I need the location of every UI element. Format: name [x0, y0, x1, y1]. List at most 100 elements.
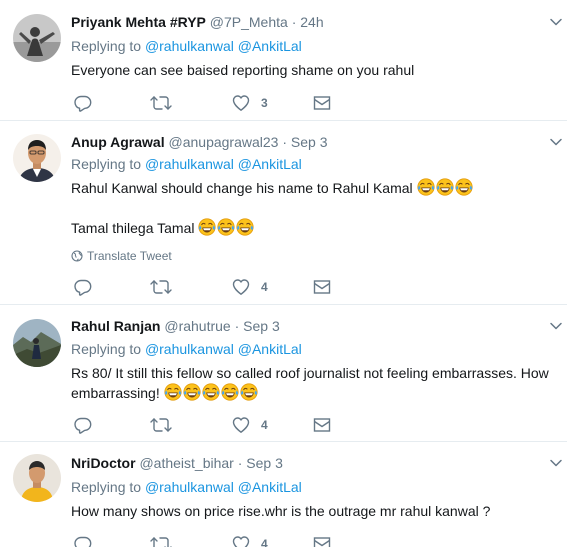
like-count: 3 — [261, 96, 268, 110]
direct-message-button[interactable] — [313, 278, 331, 296]
avatar[interactable] — [13, 454, 61, 502]
handle[interactable]: @atheist_bihar — [139, 455, 233, 471]
face-with-tears-of-joy-emoji — [217, 218, 235, 236]
tweet-2[interactable]: Anup Agrawal @anupagrawal23 · Sep 3 Repl… — [0, 121, 567, 305]
tweet-text-line-1: Rahul Kanwal should change his name to R… — [71, 180, 413, 196]
avatar[interactable] — [13, 134, 61, 182]
display-name[interactable]: Priyank Mehta #RYP — [71, 14, 206, 30]
handle[interactable]: @7P_Mehta — [210, 14, 288, 30]
replying-to: Replying to @rahulkanwal @AnkitLal — [71, 154, 302, 174]
retweet-icon — [150, 94, 172, 112]
tweet-text-body: Rs 80/ It still this fellow so called ro… — [71, 365, 549, 401]
reply-icon — [74, 535, 92, 547]
tweet-text: Rahul Kanwal should change his name to R… — [71, 178, 556, 198]
face-with-tears-of-joy-emoji — [417, 178, 435, 196]
separator: · — [282, 134, 288, 150]
reply-button[interactable] — [74, 416, 92, 434]
retweet-button[interactable] — [150, 416, 172, 434]
mention-link[interactable]: @rahulkanwal — [145, 156, 234, 172]
replying-to: Replying to @rahulkanwal @AnkitLal — [71, 477, 302, 497]
mention-link[interactable]: @AnkitLal — [238, 38, 302, 54]
tweet-header: Anup Agrawal @anupagrawal23 · Sep 3 — [71, 132, 328, 152]
like-button[interactable]: 4 — [232, 278, 268, 296]
heart-icon — [232, 94, 250, 112]
separator: · — [291, 14, 297, 30]
face-with-tears-of-joy-emoji — [198, 218, 216, 236]
envelope-icon — [313, 278, 331, 296]
translate-tweet-link[interactable]: Translate Tweet — [71, 248, 172, 264]
tweet-text: Everyone can see baised reporting shame … — [71, 62, 415, 78]
retweet-button[interactable] — [150, 535, 172, 547]
tweet-4[interactable]: NriDoctor @atheist_bihar · Sep 3 Replyin… — [0, 442, 567, 547]
chevron-down-icon[interactable] — [549, 321, 563, 331]
retweet-icon — [150, 278, 172, 296]
handle[interactable]: @anupagrawal23 — [169, 134, 279, 150]
replying-to: Replying to @rahulkanwal @AnkitLal — [71, 36, 302, 56]
separator: · — [237, 455, 243, 471]
retweet-button[interactable] — [150, 94, 172, 112]
like-button[interactable]: 3 — [232, 94, 268, 112]
display-name[interactable]: Anup Agrawal — [71, 134, 165, 150]
tweet-1[interactable]: Priyank Mehta #RYP @7P_Mehta · 24h Reply… — [0, 0, 567, 121]
like-button[interactable]: 4 — [232, 535, 268, 547]
face-with-tears-of-joy-emoji — [221, 383, 239, 401]
mention-link[interactable]: @rahulkanwal — [145, 479, 234, 495]
replying-label: Replying to — [71, 479, 142, 495]
reply-icon — [74, 416, 92, 434]
heart-icon — [232, 535, 250, 547]
mention-link[interactable]: @rahulkanwal — [145, 341, 234, 357]
tweet-text: How many shows on price rise.whr is the … — [71, 503, 491, 519]
display-name[interactable]: Rahul Ranjan — [71, 318, 160, 334]
envelope-icon — [313, 535, 331, 547]
mention-link[interactable]: @AnkitLal — [238, 156, 302, 172]
chevron-down-icon[interactable] — [549, 137, 563, 147]
avatar[interactable] — [13, 14, 61, 62]
envelope-icon — [313, 94, 331, 112]
like-count: 4 — [261, 418, 268, 432]
heart-icon — [232, 416, 250, 434]
avatar[interactable] — [13, 319, 61, 367]
translate-label: Translate Tweet — [87, 249, 172, 263]
face-with-tears-of-joy-emoji — [164, 383, 182, 401]
tweet-text: Rs 80/ It still this fellow so called ro… — [71, 363, 556, 403]
direct-message-button[interactable] — [313, 416, 331, 434]
direct-message-button[interactable] — [313, 94, 331, 112]
tweet-text-line-2: Tamal thilega Tamal — [71, 220, 195, 236]
replying-label: Replying to — [71, 341, 142, 357]
reply-button[interactable] — [74, 535, 92, 547]
retweet-button[interactable] — [150, 278, 172, 296]
face-with-tears-of-joy-emoji — [436, 178, 454, 196]
chevron-down-icon[interactable] — [549, 458, 563, 468]
display-name[interactable]: NriDoctor — [71, 455, 136, 471]
retweet-icon — [150, 535, 172, 547]
reply-button[interactable] — [74, 94, 92, 112]
face-with-tears-of-joy-emoji — [236, 218, 254, 236]
replying-label: Replying to — [71, 156, 142, 172]
timestamp[interactable]: 24h — [300, 14, 323, 30]
face-with-tears-of-joy-emoji — [455, 178, 473, 196]
like-button[interactable]: 4 — [232, 416, 268, 434]
face-with-tears-of-joy-emoji — [183, 383, 201, 401]
replying-to: Replying to @rahulkanwal @AnkitLal — [71, 339, 302, 359]
like-count: 4 — [261, 537, 268, 547]
chevron-down-icon[interactable] — [549, 17, 563, 27]
reply-icon — [74, 278, 92, 296]
direct-message-button[interactable] — [313, 535, 331, 547]
mention-link[interactable]: @rahulkanwal — [145, 38, 234, 54]
mention-link[interactable]: @AnkitLal — [238, 341, 302, 357]
tweet-3[interactable]: Rahul Ranjan @rahutrue · Sep 3 Replying … — [0, 305, 567, 442]
handle[interactable]: @rahutrue — [164, 318, 230, 334]
envelope-icon — [313, 416, 331, 434]
reply-button[interactable] — [74, 278, 92, 296]
face-with-tears-of-joy-emoji — [202, 383, 220, 401]
face-with-tears-of-joy-emoji — [240, 383, 258, 401]
timestamp[interactable]: Sep 3 — [246, 455, 283, 471]
mention-link[interactable]: @AnkitLal — [238, 479, 302, 495]
replying-label: Replying to — [71, 38, 142, 54]
like-count: 4 — [261, 280, 268, 294]
tweet-header: Priyank Mehta #RYP @7P_Mehta · 24h — [71, 12, 324, 32]
timestamp[interactable]: Sep 3 — [291, 134, 328, 150]
heart-icon — [232, 278, 250, 296]
reply-icon — [74, 94, 92, 112]
timestamp[interactable]: Sep 3 — [243, 318, 280, 334]
